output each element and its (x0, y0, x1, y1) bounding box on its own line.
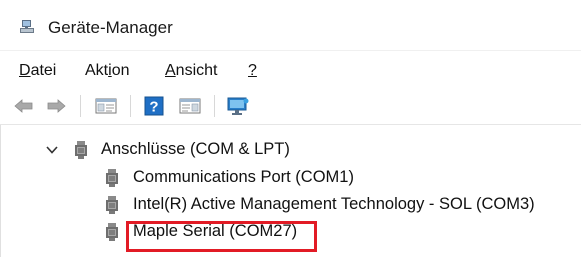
toolbar-separator (80, 95, 81, 117)
title-bar[interactable]: Geräte-Manager (0, 0, 581, 51)
properties-pane-icon (95, 98, 117, 114)
toolbar-separator (130, 95, 131, 117)
tree-device-com1[interactable]: Communications Port (COM1) (1, 165, 581, 191)
back-arrow-icon (14, 99, 33, 113)
action-pane-icon (179, 98, 201, 114)
scan-hardware-button[interactable] (226, 94, 250, 118)
properties-pane-button[interactable] (94, 94, 118, 118)
menu-bar: Datei Aktion Ansicht ? (0, 53, 581, 87)
category-label: Anschlüsse (COM & LPT) (101, 140, 290, 158)
chevron-down-icon[interactable] (45, 143, 59, 157)
help-button[interactable]: ? (142, 94, 166, 118)
highlight-annotation (126, 221, 317, 252)
tree-device-com3[interactable]: Intel(R) Active Management Technology - … (1, 192, 581, 218)
port-icon (106, 196, 118, 214)
window-title: Geräte-Manager (48, 18, 173, 37)
back-button[interactable] (12, 94, 36, 118)
forward-button[interactable] (44, 94, 68, 118)
menu-help[interactable]: ? (248, 62, 257, 80)
device-label: Communications Port (COM1) (133, 168, 354, 186)
toolbar: ? (0, 88, 581, 125)
menu-aktion[interactable]: Aktion (85, 62, 129, 80)
forward-arrow-icon (47, 99, 66, 113)
tree-category-ports[interactable]: Anschlüsse (COM & LPT) (1, 137, 581, 163)
port-icon (106, 169, 118, 187)
device-label: Intel(R) Active Management Technology - … (133, 195, 535, 213)
device-manager-icon (20, 20, 34, 33)
port-icon (75, 141, 87, 159)
menu-datei[interactable]: Datei (19, 62, 56, 80)
help-icon: ? (144, 96, 164, 116)
menu-ansicht[interactable]: Ansicht (165, 62, 217, 80)
toolbar-separator (214, 95, 215, 117)
device-manager-window: Geräte-Manager Datei Aktion Ansicht ? ? … (0, 0, 581, 257)
svg-text:?: ? (149, 99, 158, 116)
port-icon (106, 223, 118, 241)
monitor-icon (227, 97, 249, 115)
action-pane-button[interactable] (178, 94, 202, 118)
